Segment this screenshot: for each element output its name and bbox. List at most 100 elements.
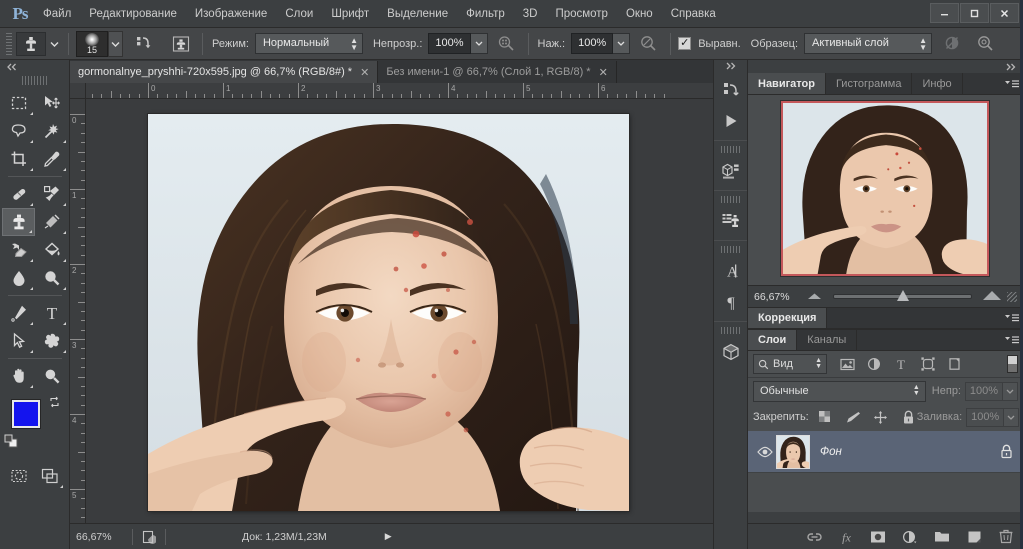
tool-preset-dropdown[interactable] xyxy=(47,41,61,47)
tool-lasso[interactable] xyxy=(2,117,35,145)
brush-preset-picker[interactable]: 15 xyxy=(76,30,108,57)
minimize-button[interactable] xyxy=(930,3,959,23)
toolbar-collapse-button[interactable] xyxy=(0,60,69,74)
tab-navigator[interactable]: Навигатор xyxy=(748,73,826,94)
tab-channels[interactable]: Каналы xyxy=(797,330,858,350)
tool-dodge[interactable] xyxy=(35,264,68,292)
menu-type[interactable]: Шрифт xyxy=(322,0,378,28)
document-tab-inactive[interactable]: Без имени-1 @ 66,7% (Слой 1, RGB/8) * ✕ xyxy=(378,61,617,83)
new-adjustment-layer-button[interactable] xyxy=(901,528,919,546)
toolbar-grip[interactable] xyxy=(21,76,48,85)
flow-input[interactable]: 100% xyxy=(571,33,614,54)
new-layer-button[interactable] xyxy=(965,528,983,546)
document-tab-active[interactable]: gormonalnye_pryshhi-720x595.jpg @ 66,7% … xyxy=(70,61,379,83)
tool-hand[interactable] xyxy=(2,362,35,390)
default-colors-button[interactable] xyxy=(4,434,18,451)
lock-all-button[interactable] xyxy=(901,409,917,425)
tool-clone-stamp[interactable] xyxy=(2,208,35,236)
filter-shape-layers-button[interactable] xyxy=(920,356,936,372)
navigator-zoom-value[interactable]: 66,67% xyxy=(754,291,806,303)
panel-resize-grip[interactable] xyxy=(1007,291,1017,302)
lock-position-button[interactable] xyxy=(873,409,889,425)
rail-grip[interactable] xyxy=(721,327,740,334)
ruler-corner[interactable] xyxy=(70,83,86,99)
tool-magic-wand[interactable] xyxy=(35,117,68,145)
tool-history-brush[interactable] xyxy=(35,208,68,236)
menu-3d[interactable]: 3D xyxy=(514,0,547,28)
tool-blur[interactable] xyxy=(2,264,35,292)
canvas-viewport[interactable] xyxy=(86,99,713,523)
close-icon[interactable]: ✕ xyxy=(360,66,369,79)
close-icon[interactable]: ✕ xyxy=(599,66,608,79)
layer-blend-mode-select[interactable]: Обычные ▲ ▼ xyxy=(753,380,926,402)
layer-visibility-toggle[interactable] xyxy=(754,446,776,458)
status-zoom-value[interactable]: 66,67% xyxy=(76,531,126,543)
tool-preset-picker[interactable] xyxy=(16,31,46,56)
add-layer-mask-button[interactable] xyxy=(869,528,887,546)
menu-image[interactable]: Изображение xyxy=(186,0,276,28)
rail-paragraph-button[interactable]: ¶ xyxy=(714,286,747,317)
rail-grip[interactable] xyxy=(721,246,740,253)
rail-grip[interactable] xyxy=(721,146,740,153)
toggle-clone-source-panel-button[interactable] xyxy=(168,31,193,56)
filter-smart-object-button[interactable] xyxy=(947,356,963,372)
tool-paint-bucket[interactable] xyxy=(35,236,68,264)
toggle-brush-panel-button[interactable] xyxy=(131,31,156,56)
filter-adjustment-layers-button[interactable] xyxy=(866,356,882,372)
layer-style-button[interactable]: fx xyxy=(837,528,855,546)
screen-mode-button[interactable] xyxy=(35,462,66,490)
delete-layer-button[interactable] xyxy=(997,528,1015,546)
filter-type-layers-button[interactable]: T xyxy=(893,356,909,372)
tab-histogram[interactable]: Гистограмма xyxy=(825,73,913,94)
rail-clone-source-button[interactable] xyxy=(714,205,747,236)
filter-pixel-layers-button[interactable] xyxy=(839,356,855,372)
slider-thumb[interactable] xyxy=(896,290,909,301)
new-group-button[interactable] xyxy=(933,528,951,546)
menu-select[interactable]: Выделение xyxy=(378,0,457,28)
menu-file[interactable]: Файл xyxy=(34,0,80,28)
pressure-opacity-toggle[interactable] xyxy=(494,31,519,56)
tablet-pressure-size-toggle[interactable] xyxy=(973,31,998,56)
tool-move[interactable] xyxy=(35,89,68,117)
quick-mask-mode-button[interactable] xyxy=(4,462,35,490)
tab-layers[interactable]: Слои xyxy=(748,330,798,350)
status-menu-arrow[interactable]: ▶ xyxy=(385,531,392,542)
layer-thumbnail[interactable] xyxy=(776,434,810,469)
layer-fill-dropdown[interactable] xyxy=(1004,407,1020,427)
vertical-ruler[interactable]: 0 1 2 3 4 5 xyxy=(70,99,86,523)
menu-edit[interactable]: Редактирование xyxy=(80,0,186,28)
rail-expand-button[interactable] xyxy=(714,60,747,72)
tool-eraser[interactable] xyxy=(2,236,35,264)
navigator-zoom-slider[interactable] xyxy=(833,290,972,301)
layer-name-label[interactable]: Фон xyxy=(820,446,995,458)
lock-transparency-button[interactable] xyxy=(817,409,833,425)
tab-adjustments[interactable]: Коррекция xyxy=(748,308,828,328)
tool-path-selection[interactable] xyxy=(2,327,35,355)
brush-preset-dropdown[interactable] xyxy=(108,30,123,57)
rail-character-button[interactable]: A xyxy=(714,255,747,286)
options-bar-grip[interactable] xyxy=(6,32,12,55)
flow-dropdown[interactable] xyxy=(613,33,631,54)
layer-filter-enable-toggle[interactable] xyxy=(1007,355,1018,373)
opacity-input[interactable]: 100% xyxy=(428,33,471,54)
tool-type[interactable]: T xyxy=(35,299,68,327)
menu-window[interactable]: Окно xyxy=(617,0,662,28)
tool-pen[interactable] xyxy=(2,299,35,327)
layer-opacity-input[interactable]: 100% xyxy=(965,381,1003,401)
rail-adjustments-button[interactable] xyxy=(714,155,747,186)
navigator-zoom-out-button[interactable] xyxy=(806,290,823,304)
table-row[interactable]: Фон xyxy=(748,431,1023,473)
ignore-adjustment-layers-toggle[interactable] xyxy=(940,31,965,56)
navigator-zoom-in-button[interactable] xyxy=(982,289,1003,305)
close-button[interactable] xyxy=(990,3,1019,23)
tool-rectangular-marquee[interactable] xyxy=(2,89,35,117)
tool-brush[interactable] xyxy=(35,180,68,208)
tab-info[interactable]: Инфо xyxy=(912,73,963,94)
sample-select[interactable]: Активный слой ▲ ▼ xyxy=(804,33,933,54)
tool-custom-shape[interactable] xyxy=(35,327,68,355)
aligned-checkbox[interactable]: ✓ xyxy=(678,37,692,50)
document-preview-button[interactable] xyxy=(139,530,159,544)
opacity-dropdown[interactable] xyxy=(470,33,488,54)
rail-history-button[interactable] xyxy=(714,74,747,105)
tool-zoom[interactable] xyxy=(35,362,68,390)
